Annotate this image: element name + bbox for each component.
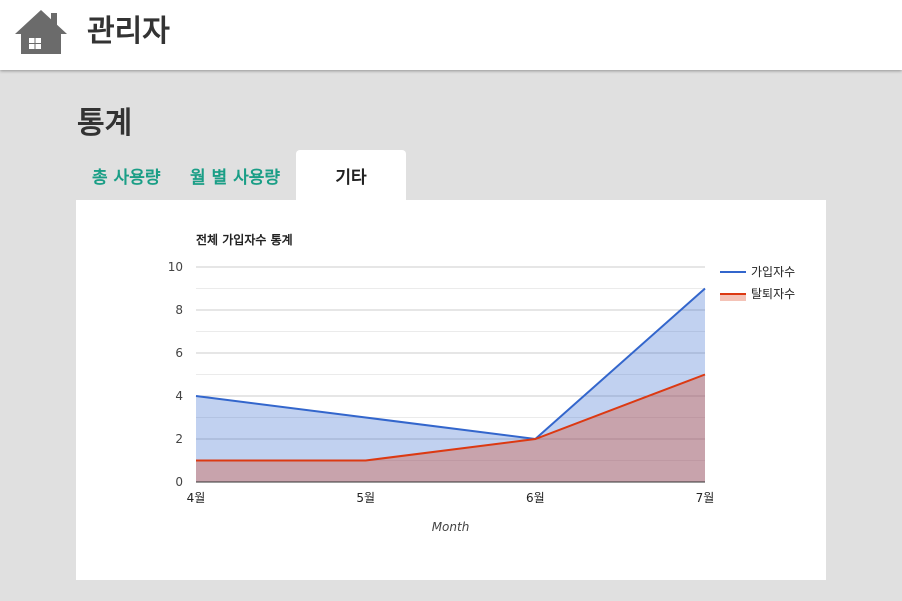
legend-swatch-fill <box>720 294 746 301</box>
page-title: 통계 <box>77 106 133 141</box>
home-icon[interactable] <box>14 8 68 56</box>
x-tick-label: 4월 <box>187 491 206 505</box>
y-tick-label: 10 <box>168 260 183 274</box>
top-bar: 관리자 <box>0 0 902 70</box>
x-tick-label: 7월 <box>696 491 715 505</box>
legend-label: 탈퇴자수 <box>751 287 795 301</box>
x-tick-label: 6월 <box>526 491 545 505</box>
tab-total-usage[interactable]: 총 사용량 <box>92 150 160 200</box>
tab-monthly-usage[interactable]: 월 별 사용량 <box>190 150 280 200</box>
chart-panel: 전체 가입자수 통계 0 2 4 6 8 10 4월 5월 6월 7월 Month 가입자수탈퇴자수 <box>76 200 826 580</box>
y-tick-label: 6 <box>175 346 183 360</box>
tab-etc[interactable]: 기타 <box>296 150 406 200</box>
chart-title: 전체 가입자수 통계 <box>196 232 293 247</box>
x-tick-label: 5월 <box>356 491 375 505</box>
y-tick-label: 2 <box>175 432 183 446</box>
area-chart: 전체 가입자수 통계 0 2 4 6 8 10 4월 5월 6월 7월 Month 가입자수탈퇴자수 <box>168 232 795 534</box>
legend-label: 가입자수 <box>751 265 795 279</box>
app-title: 관리자 <box>87 14 170 49</box>
y-tick-label: 4 <box>175 389 183 403</box>
y-tick-label: 8 <box>175 303 183 317</box>
y-tick-label: 0 <box>175 475 183 489</box>
x-axis-title: Month <box>432 520 470 534</box>
